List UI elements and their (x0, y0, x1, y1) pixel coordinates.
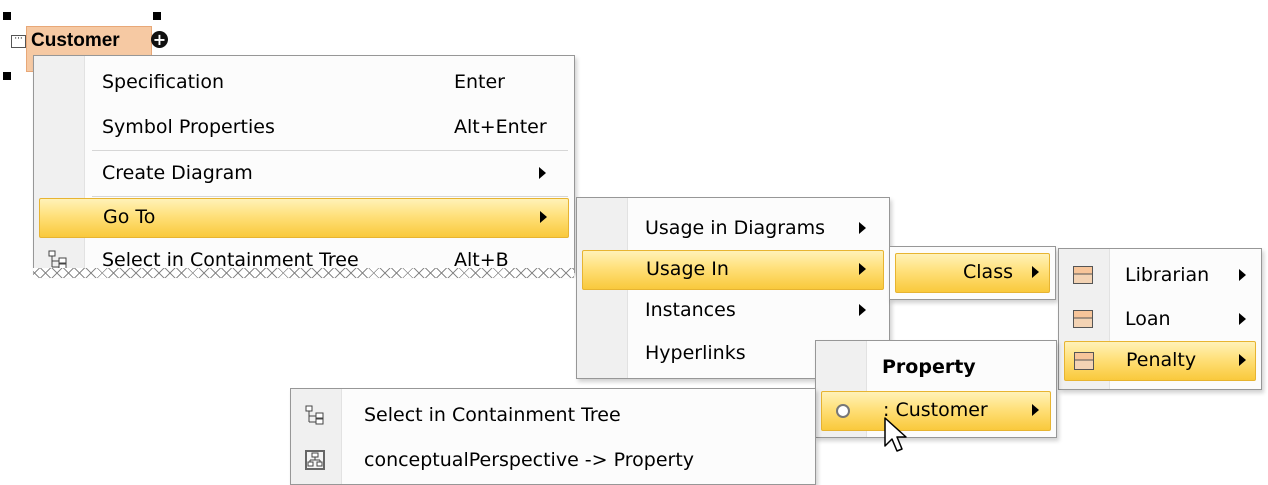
submenu-arrow-icon (540, 211, 547, 223)
menu-item-create-diagram[interactable]: Create Diagram (34, 155, 574, 191)
menu-item-label: Go To (103, 206, 156, 228)
usage-in-submenu: Class (889, 246, 1056, 300)
collapse-icon[interactable]: ··· (11, 35, 26, 48)
class-submenu: Librarian Loan Penalty (1058, 248, 1262, 390)
containment-tree-icon (48, 250, 67, 270)
menu-item-class[interactable]: Class (895, 253, 1050, 293)
property-submenu: Property : Customer (815, 340, 1057, 438)
menu-item-label: Create Diagram (102, 162, 253, 184)
menu-item-specification[interactable]: Specification Enter (34, 64, 574, 100)
submenu-arrow-icon (1032, 404, 1039, 416)
menu-item-label: Symbol Properties (102, 116, 275, 138)
selection-handle-top-right[interactable] (153, 12, 161, 20)
submenu-arrow-icon (1239, 269, 1246, 281)
menu-item-select-in-containment-tree[interactable]: Select in Containment Tree (291, 397, 815, 433)
selection-handle-top-left[interactable] (3, 12, 11, 20)
menu-item-customer-property[interactable]: : Customer (821, 391, 1051, 431)
menu-item-instances[interactable]: Instances (577, 292, 889, 328)
menu-separator (92, 150, 568, 151)
submenu-arrow-icon (859, 222, 866, 234)
menu-item-label: Hyperlinks (645, 342, 746, 364)
menu-item-conceptual-perspective[interactable]: conceptualPerspective -> Property (291, 442, 815, 478)
menu-item-label: conceptualPerspective -> Property (364, 449, 695, 471)
mouse-cursor-icon (884, 417, 907, 452)
class-icon (1073, 266, 1093, 284)
containment-tree-icon (305, 405, 324, 425)
menu-item-label: Usage In (646, 258, 729, 280)
menu-item-usage-in[interactable]: Usage In (582, 250, 884, 290)
class-icon (1074, 352, 1094, 370)
submenu-arrow-icon (539, 167, 546, 179)
menu-item-label: Penalty (1126, 349, 1197, 371)
submenu-arrow-icon (1032, 266, 1039, 278)
menu-item-shortcut: Alt+Enter (454, 116, 547, 138)
submenu-arrow-icon (1239, 313, 1246, 325)
menu-item-go-to[interactable]: Go To (39, 198, 569, 238)
menu-separator (92, 196, 568, 197)
property-section-header: Property (816, 349, 1056, 385)
submenu-arrow-icon (859, 263, 866, 275)
context-menu: Specification Enter Symbol Properties Al… (33, 55, 575, 273)
menu-item-label: Librarian (1125, 264, 1210, 286)
menu-item-label: Class (963, 261, 1013, 283)
menu-item-shortcut: Enter (454, 71, 505, 93)
menu-item-label: Specification (102, 71, 224, 93)
customer-property-submenu: Select in Containment Tree conceptualPer… (290, 388, 816, 485)
selection-handle-bottom-left[interactable] (3, 72, 11, 80)
menu-item-usage-in-diagrams[interactable]: Usage in Diagrams (577, 210, 889, 246)
submenu-arrow-icon (859, 304, 866, 316)
menu-item-symbol-properties[interactable]: Symbol Properties Alt+Enter (34, 109, 574, 145)
property-icon (836, 404, 850, 418)
menu-item-label: Usage in Diagrams (645, 217, 826, 239)
menu-item-penalty[interactable]: Penalty (1064, 341, 1256, 381)
section-header-label: Property (882, 356, 976, 378)
menu-item-label: Select in Containment Tree (364, 404, 621, 426)
expand-plus-icon[interactable]: + (151, 31, 168, 48)
menu-item-label: Loan (1125, 308, 1171, 330)
menu-item-librarian[interactable]: Librarian (1059, 257, 1261, 293)
menu-truncation-edge (33, 268, 574, 278)
class-icon (1073, 310, 1093, 328)
customer-symbol-label: Customer (31, 30, 120, 51)
diagram-icon (305, 450, 325, 470)
submenu-arrow-icon (1239, 354, 1246, 366)
menu-item-loan[interactable]: Loan (1059, 301, 1261, 337)
menu-item-label: Instances (645, 299, 736, 321)
